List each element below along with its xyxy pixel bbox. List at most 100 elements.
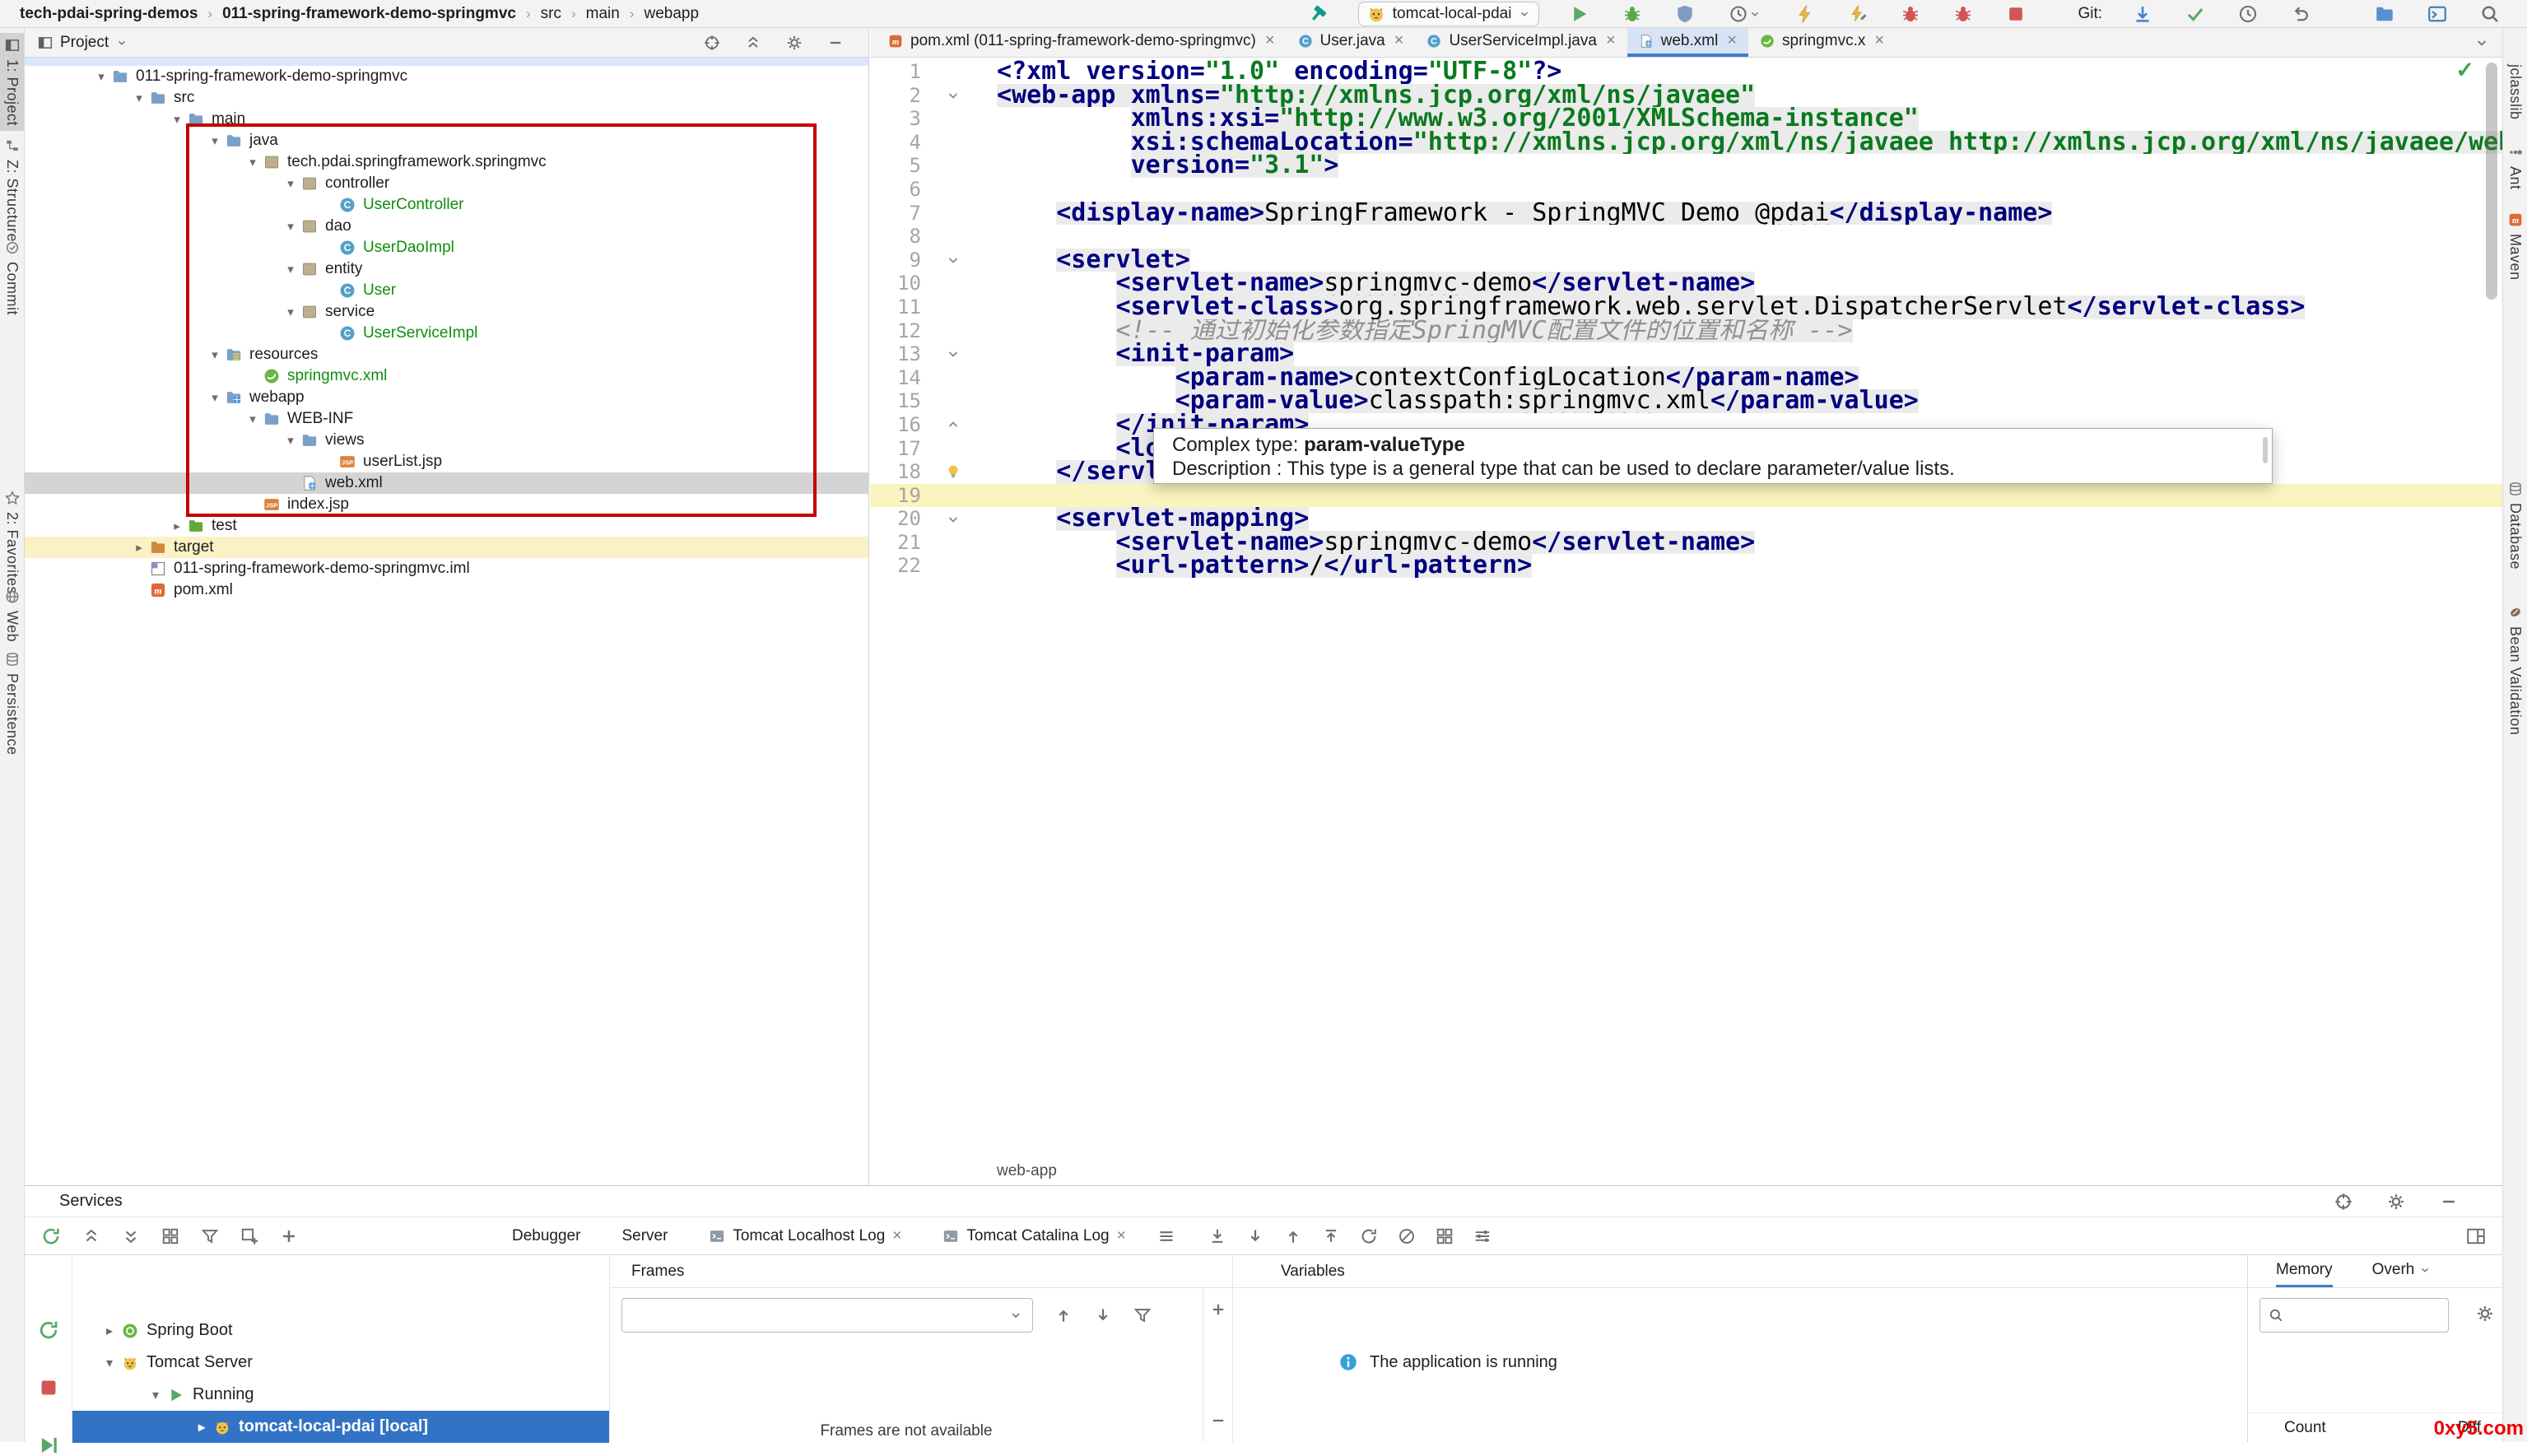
tool-button-database[interactable]: Database bbox=[2503, 477, 2527, 574]
chevron-down-icon[interactable]: ▾ bbox=[280, 262, 301, 277]
code-text[interactable]: xsi:schemaLocation="http://xmlns.jcp.org… bbox=[974, 131, 2502, 155]
close-icon[interactable]: × bbox=[1606, 31, 1616, 50]
tool-button-maven[interactable]: m Maven bbox=[2503, 207, 2527, 286]
run-button[interactable] bbox=[1567, 2, 1592, 26]
resume-icon[interactable] bbox=[38, 1435, 59, 1456]
code-text[interactable]: <display-name>SpringFramework - SpringMV… bbox=[974, 202, 2502, 226]
memory-search-input[interactable] bbox=[2290, 1307, 2440, 1324]
editor-line-20[interactable]: 20 <servlet-mapping> bbox=[870, 507, 2502, 531]
previous-frame-icon[interactable] bbox=[1054, 1306, 1073, 1324]
group-by-icon[interactable] bbox=[161, 1227, 179, 1245]
intention-bulb-icon[interactable] bbox=[933, 460, 974, 484]
breadcrumb-src[interactable]: src bbox=[541, 5, 561, 23]
tree-item-usercontroller[interactable]: CUserController bbox=[25, 194, 868, 216]
tab-tomcat-catalina-log[interactable]: Tomcat Catalina Log × bbox=[933, 1227, 1135, 1245]
tree-item-resources[interactable]: ▾resources bbox=[25, 344, 868, 365]
stop-server-icon[interactable] bbox=[38, 1377, 59, 1398]
code-text[interactable]: <web-app xmlns="http://xmlns.jcp.org/xml… bbox=[974, 84, 2502, 108]
tree-item-controller[interactable]: ▾controller bbox=[25, 173, 868, 194]
collapse-all-icon[interactable] bbox=[82, 1227, 100, 1245]
tooltip-scrollbar[interactable] bbox=[2263, 437, 2268, 463]
git-commit-button[interactable] bbox=[2183, 2, 2208, 26]
close-icon[interactable]: × bbox=[1727, 31, 1737, 50]
code-text[interactable]: xmlns:xsi="http://www.w3.org/2001/XMLSch… bbox=[974, 107, 2502, 131]
breadcrumb-module[interactable]: 011-spring-framework-demo-springmvc bbox=[222, 5, 516, 23]
tree-item-userserviceimpl[interactable]: CUserServiceImpl bbox=[25, 323, 868, 344]
collapse-all-icon[interactable] bbox=[745, 35, 761, 51]
breadcrumb-main[interactable]: main bbox=[586, 5, 620, 23]
tool-button-structure[interactable]: Z: Structure bbox=[0, 133, 24, 247]
memory-search-box[interactable] bbox=[2259, 1298, 2449, 1333]
restore-layout-icon[interactable] bbox=[2466, 1226, 2486, 1246]
close-icon[interactable]: × bbox=[1874, 31, 1884, 50]
add-icon[interactable] bbox=[1210, 1301, 1226, 1318]
refresh-icon[interactable] bbox=[1360, 1227, 1378, 1245]
rerun-icon[interactable] bbox=[41, 1226, 61, 1246]
restart-server-icon[interactable] bbox=[38, 1319, 59, 1341]
editor-line-2[interactable]: 2<web-app xmlns="http://xmlns.jcp.org/xm… bbox=[870, 84, 2502, 108]
attach-debugger-alt-icon[interactable] bbox=[1951, 2, 1976, 26]
stop-button[interactable] bbox=[2003, 2, 2028, 26]
tree-item-pom-xml[interactable]: mpom.xml bbox=[25, 579, 868, 601]
tree-item-webapp[interactable]: ▾webapp bbox=[25, 387, 868, 408]
code-text[interactable]: <servlet-class>org.springframework.web.s… bbox=[974, 295, 2502, 319]
terminal-icon[interactable] bbox=[2425, 2, 2450, 26]
tool-button-jclasslib[interactable]: jclasslib bbox=[2503, 59, 2527, 125]
fold-collapse-icon[interactable] bbox=[933, 507, 974, 531]
close-icon[interactable]: × bbox=[1394, 31, 1404, 50]
attach-debugger-icon[interactable] bbox=[1898, 2, 1923, 26]
settings-sliders-icon[interactable] bbox=[1473, 1227, 1492, 1245]
fold-end-icon[interactable] bbox=[933, 413, 974, 437]
editor-tab-userserviceimpl-java[interactable]: CUserServiceImpl.java× bbox=[1415, 28, 1626, 57]
editor-line-14[interactable]: 14 <param-name>contextConfigLocation</pa… bbox=[870, 366, 2502, 390]
chevron-right-icon[interactable]: ▸ bbox=[128, 540, 150, 555]
editor-line-19[interactable]: 19 bbox=[870, 484, 2502, 508]
tool-button-web[interactable]: Web bbox=[0, 584, 24, 647]
tree-item-web-xml[interactable]: web.xml bbox=[25, 472, 868, 494]
build-icon[interactable] bbox=[1305, 2, 1330, 26]
code-text[interactable]: <servlet-name>springmvc-demo</servlet-na… bbox=[974, 272, 2502, 295]
service-item-running[interactable]: ▾Running bbox=[72, 1379, 609, 1411]
close-icon[interactable]: × bbox=[892, 1227, 901, 1245]
expand-all-icon[interactable] bbox=[122, 1227, 140, 1245]
hidden-tabs-icon[interactable] bbox=[2474, 35, 2489, 50]
coverage-button[interactable] bbox=[1673, 2, 1697, 26]
chevron-down-icon[interactable]: ▾ bbox=[242, 412, 263, 426]
close-icon[interactable]: × bbox=[1265, 31, 1275, 50]
fold-collapse-icon[interactable] bbox=[933, 84, 974, 108]
code-text[interactable] bbox=[974, 225, 2502, 249]
editor-line-13[interactable]: 13 <init-param> bbox=[870, 342, 2502, 366]
tool-button-bean-validation[interactable]: Bean Validation bbox=[2503, 600, 2527, 740]
editor-tab-web-xml[interactable]: web.xml× bbox=[1627, 28, 1748, 57]
editor-line-11[interactable]: 11 <servlet-class>org.springframework.we… bbox=[870, 295, 2502, 319]
tree-item-test[interactable]: ▸test bbox=[25, 515, 868, 537]
locate-file-icon[interactable] bbox=[704, 35, 720, 51]
next-frame-icon[interactable] bbox=[1094, 1306, 1112, 1324]
tree-item-partial[interactable] bbox=[25, 58, 868, 66]
tool-button-favorites[interactable]: 2: Favorites bbox=[0, 486, 24, 599]
step-out-icon[interactable] bbox=[1322, 1227, 1340, 1245]
tab-tomcat-localhost-log[interactable]: Tomcat Localhost Log × bbox=[699, 1227, 911, 1245]
layout-grid-icon[interactable] bbox=[1436, 1227, 1454, 1245]
tree-item-user[interactable]: CUser bbox=[25, 280, 868, 301]
view-options-icon[interactable] bbox=[1157, 1227, 1175, 1245]
tree-item-src[interactable]: ▾src bbox=[25, 87, 868, 109]
code-text[interactable]: <url-pattern>/</url-pattern> bbox=[974, 554, 2502, 578]
quick-run-icon[interactable] bbox=[1793, 2, 1817, 26]
tool-button-persistence[interactable]: Persistence bbox=[0, 647, 24, 761]
editor-scrollbar[interactable] bbox=[2486, 63, 2497, 300]
tree-item-userdaoimpl[interactable]: CUserDaoImpl bbox=[25, 237, 868, 258]
profiler-button[interactable] bbox=[1725, 2, 1765, 26]
service-item-tomcat-server[interactable]: ▾Tomcat Server bbox=[72, 1347, 609, 1379]
project-panel-title[interactable]: Project bbox=[60, 34, 109, 52]
project-structure-icon[interactable] bbox=[2372, 2, 2397, 26]
gear-icon[interactable] bbox=[786, 35, 803, 51]
filter-icon[interactable] bbox=[201, 1227, 219, 1245]
editor-body[interactable]: 1<?xml version="1.0" encoding="UTF-8"?>2… bbox=[870, 58, 2502, 1157]
code-text[interactable]: <param-name>contextConfigLocation</param… bbox=[974, 366, 2502, 390]
tree-item-views[interactable]: ▾views bbox=[25, 430, 868, 451]
editor-line-8[interactable]: 8 bbox=[870, 225, 2502, 249]
search-everywhere-icon[interactable] bbox=[2478, 2, 2502, 26]
tab-memory[interactable]: Memory bbox=[2276, 1261, 2333, 1287]
code-text[interactable]: <servlet-name>springmvc-demo</servlet-na… bbox=[974, 531, 2502, 555]
